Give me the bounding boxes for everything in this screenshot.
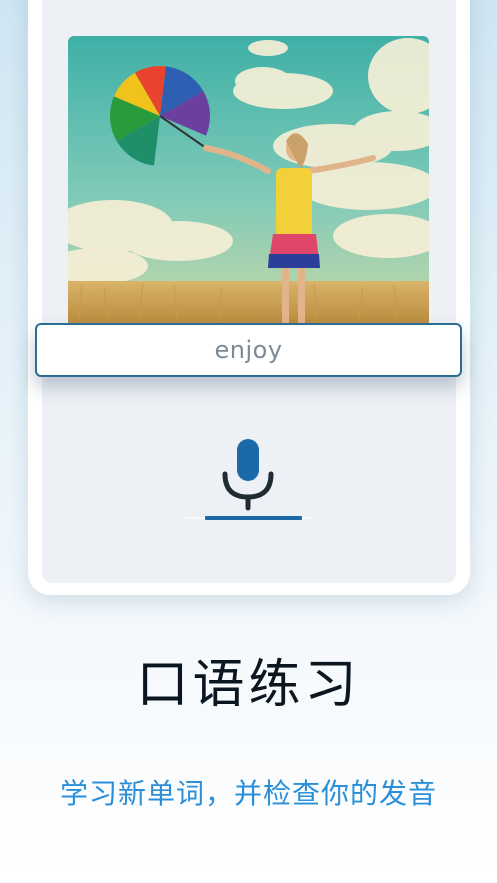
vocabulary-word: enjoy xyxy=(214,336,283,364)
word-card: enjoy xyxy=(35,323,462,377)
microphone-icon xyxy=(222,439,274,511)
recording-progress-fill xyxy=(205,516,302,520)
record-button[interactable] xyxy=(218,436,278,512)
vocabulary-photo xyxy=(68,36,429,326)
feature-subtitle: 学习新单词，并检查你的发音 xyxy=(59,777,437,810)
feature-title: 口语练习 xyxy=(136,655,361,715)
